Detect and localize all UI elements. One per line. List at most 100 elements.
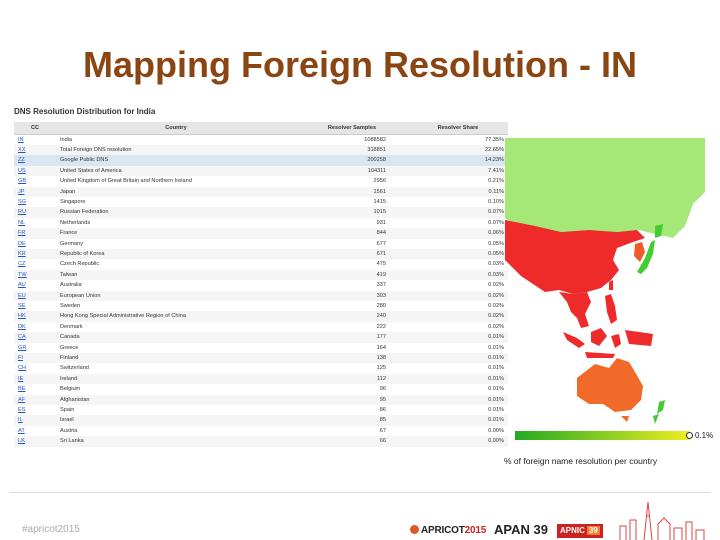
legend-caption: % of foreign name resolution per country [504, 456, 658, 466]
table-row[interactable]: AF Afghanistan 95 0.01% [14, 394, 508, 406]
cell-country: Netherlands [60, 219, 91, 226]
cell-cc[interactable]: EU [14, 290, 56, 301]
legend-value: 0.1% [695, 431, 714, 440]
cell-samples: 1015 [296, 207, 408, 218]
cell-samples: 1415 [373, 198, 386, 205]
table-row[interactable]: FI Finland 138 0.01% [14, 353, 508, 364]
table-row[interactable]: JP Japan 1561 0.11% [14, 186, 508, 197]
table-row[interactable]: CA Canada 177 0.01% [14, 332, 508, 343]
table-row[interactable]: BE Belgium 96 0.01% [14, 384, 508, 394]
table-row[interactable]: ZZ Google Public DNS 200258 14.23% [14, 155, 508, 166]
cell-samples: 303 [296, 290, 408, 301]
table-row[interactable]: TW Taiwan 419 0.03% [14, 269, 508, 281]
footer-divider [10, 492, 710, 493]
cell-cc[interactable]: ZZ [14, 155, 56, 166]
table-row[interactable]: GR Greece 164 0.01% [14, 343, 508, 353]
cell-country: Germany [60, 240, 84, 247]
cell-country: Sri Lanka [56, 436, 296, 447]
table-row[interactable]: SE Sweden 280 0.02% [14, 301, 508, 311]
table-row[interactable]: ES Spain 86 0.01% [14, 405, 508, 415]
table-row[interactable]: RU Russian Federation 1015 0.07% [14, 207, 508, 218]
cell-cc[interactable]: AU [14, 280, 56, 290]
apnic-number: 39 [586, 526, 600, 535]
cell-cc[interactable]: BE [14, 384, 56, 394]
table-row[interactable]: SG Singapore 1415 0.10% [14, 197, 508, 207]
table-row[interactable]: US United States of America 104311 7.41% [14, 165, 508, 177]
table-row[interactable]: NL Netherlands 931 0.07% [14, 218, 508, 228]
cell-cc[interactable]: US [14, 165, 56, 177]
header-samples[interactable]: Resolver Samples [296, 122, 408, 135]
table-row[interactable]: CZ Czech Republic 475 0.03% [14, 259, 508, 269]
cell-cc[interactable]: NL [14, 218, 56, 228]
cell-cc[interactable]: LK [14, 436, 56, 447]
cell-cc[interactable]: XX [14, 144, 56, 156]
header-cc[interactable]: CC [14, 122, 56, 135]
cell-cc[interactable]: GR [14, 343, 56, 353]
city-skyline-icon [619, 501, 705, 540]
header-share[interactable]: Resolver Share [408, 122, 508, 135]
cell-cc[interactable]: HK [14, 311, 56, 322]
cell-cc[interactable]: AF [14, 394, 56, 406]
panel-title: DNS Resolution Distribution for India [14, 107, 156, 116]
header-country[interactable]: Country [56, 122, 296, 135]
cell-country: Finland [56, 353, 296, 364]
cell-country: Canada [56, 332, 296, 343]
cell-share: 14.23% [408, 155, 508, 166]
cell-cc[interactable]: FR [14, 228, 56, 239]
table-row[interactable]: CH Switzerland 125 0.01% [14, 363, 508, 373]
table-row[interactable]: XX Total Foreign DNS resolution 318851 22.6… [14, 144, 508, 156]
cell-cc[interactable]: IE [14, 373, 56, 385]
cell-cc[interactable]: IN [14, 134, 56, 145]
cell-samples: 85 [296, 415, 408, 426]
new-zealand-region [653, 400, 665, 424]
cell-cc[interactable]: FI [14, 353, 56, 364]
table-row[interactable]: HK Hong Kong Special Administrative Regio… [14, 311, 508, 322]
cell-country: Greece [60, 344, 79, 351]
cell-cc[interactable]: ES [14, 405, 56, 415]
cell-samples: 1561 [296, 186, 408, 197]
cell-cc[interactable]: RU [14, 207, 56, 218]
cell-share: 0.01% [408, 332, 508, 343]
cell-cc[interactable]: KR [14, 248, 56, 260]
cell-country: Denmark [60, 323, 83, 330]
cell-cc[interactable]: DK [14, 322, 56, 332]
cell-cc[interactable]: SE [14, 301, 56, 311]
table-row[interactable]: LK Sri Lanka 66 0.00% [14, 436, 508, 447]
table-row[interactable]: GB United Kingdom of Great Britain and No… [14, 176, 508, 186]
cell-share: 0.07% [408, 207, 508, 218]
cell-country: Taiwan [56, 269, 296, 281]
table-row[interactable]: DE Germany 677 0.05% [14, 239, 508, 249]
cell-samples: 475 [376, 261, 386, 268]
cell-samples: 419 [296, 269, 408, 281]
cell-share: 0.01% [408, 353, 508, 364]
cell-cc[interactable]: JP [14, 186, 56, 197]
table-row[interactable]: KR Republic of Korea 671 0.05% [14, 248, 508, 260]
table-row[interactable]: EU European Union 303 0.02% [14, 290, 508, 301]
table-row[interactable]: FR France 844 0.06% [14, 228, 508, 239]
cell-share: 0.05% [408, 248, 508, 260]
cell-cc[interactable]: SG [14, 197, 56, 207]
cell-samples: 95 [296, 394, 408, 406]
table-row[interactable]: DK Denmark 222 0.02% [14, 322, 508, 332]
cell-cc[interactable]: AT [14, 426, 56, 436]
table-row[interactable]: AU Australia 337 0.02% [14, 280, 508, 290]
cell-cc[interactable]: GB [14, 176, 56, 186]
cell-cc[interactable]: DE [14, 239, 56, 249]
table-row[interactable]: IN India 1088582 77.35% [14, 134, 508, 145]
apricot-logo: APRICOT2015 [410, 525, 486, 536]
cell-cc[interactable]: CZ [14, 259, 56, 269]
table-row[interactable]: AT Austria 67 0.00% [14, 426, 508, 436]
cell-country: Ireland [56, 373, 296, 385]
cell-share: 0.01% [408, 415, 508, 426]
cell-samples: 200258 [296, 155, 408, 166]
cell-cc[interactable]: TW [14, 269, 56, 281]
cell-share: 0.02% [408, 290, 508, 301]
cell-cc[interactable]: CH [14, 363, 56, 373]
table-row[interactable]: IL Israel 85 0.01% [14, 415, 508, 426]
table-row[interactable]: IE Ireland 112 0.01% [14, 373, 508, 385]
cell-samples: 318851 [296, 144, 408, 156]
cell-share: 0.05% [488, 240, 504, 247]
cell-cc[interactable]: CA [14, 332, 56, 343]
tasmania-region [621, 416, 629, 422]
cell-cc[interactable]: IL [14, 415, 56, 426]
